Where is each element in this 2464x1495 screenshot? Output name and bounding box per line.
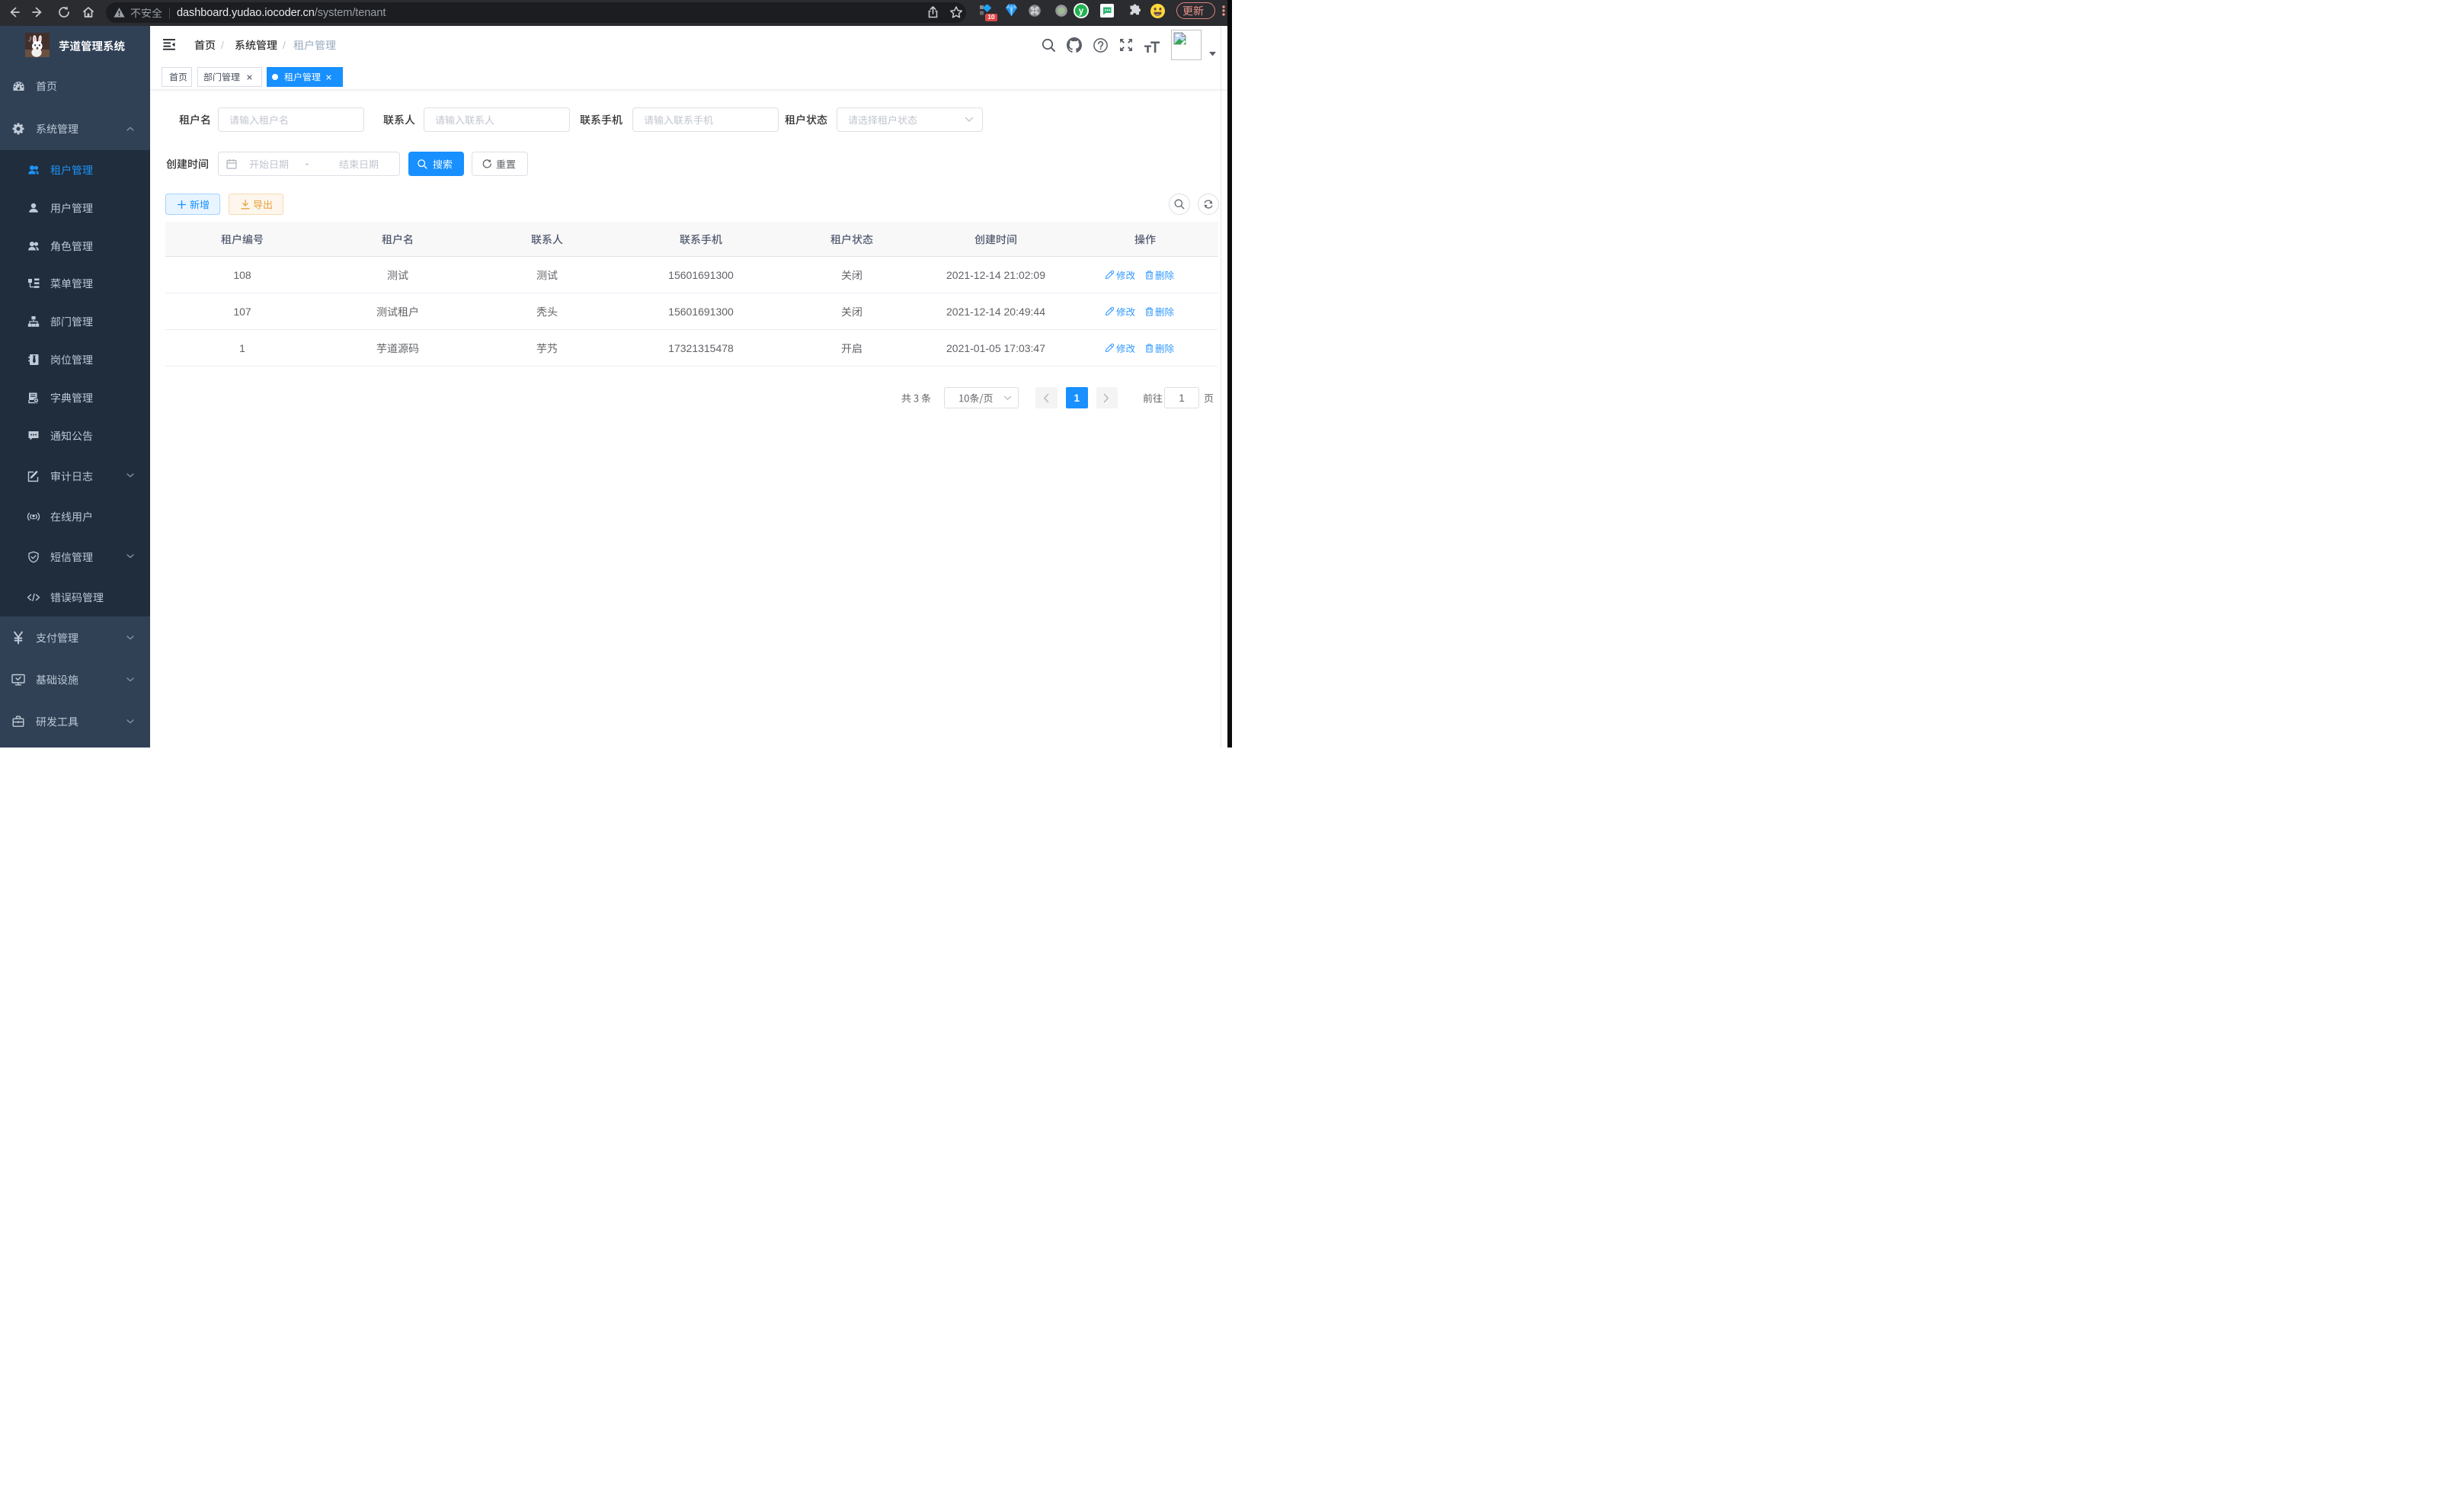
svg-text:y: y — [1079, 7, 1084, 16]
